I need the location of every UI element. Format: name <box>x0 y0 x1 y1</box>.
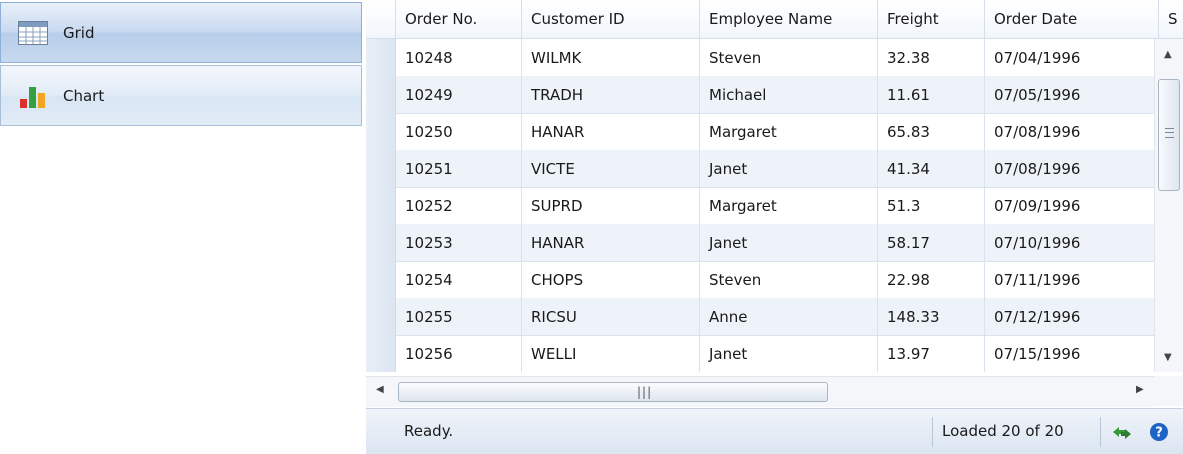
cell-order-no: 10250 <box>396 113 522 151</box>
status-separator <box>1100 417 1101 447</box>
svg-text:?: ? <box>1155 426 1163 441</box>
grip-icon <box>1165 128 1174 138</box>
cell-employee-name: Michael <box>700 76 878 114</box>
horizontal-scroll-thumb[interactable]: ||| <box>398 382 828 402</box>
cell-order-no: 10256 <box>396 335 522 372</box>
cell-order-no: 10254 <box>396 261 522 299</box>
cell-freight: 32.38 <box>878 39 985 77</box>
status-separator <box>932 417 933 447</box>
cell-customer-id: RICSU <box>522 298 700 336</box>
cell-freight: 65.83 <box>878 113 985 151</box>
status-text: Ready. <box>404 422 454 440</box>
cell-order-date: 07/10/1996 <box>985 224 1154 262</box>
grid-header: Order No. Customer ID Employee Name Frei… <box>366 0 1183 39</box>
cell-order-no: 10253 <box>396 224 522 262</box>
nav-label-grid: Grid <box>63 23 95 42</box>
cell-freight: 11.61 <box>878 76 985 114</box>
cell-customer-id: HANAR <box>522 224 700 262</box>
table-row[interactable]: 10251 VICTE Janet 41.34 07/08/1996 <box>366 150 1154 188</box>
cell-customer-id: HANAR <box>522 113 700 151</box>
cell-order-no: 10251 <box>396 150 522 188</box>
row-selector[interactable] <box>366 39 396 77</box>
table-row[interactable]: 10249 TRADH Michael 11.61 07/05/1996 <box>366 76 1154 114</box>
cell-customer-id: CHOPS <box>522 261 700 299</box>
cell-order-no: 10252 <box>396 187 522 225</box>
cell-freight: 51.3 <box>878 187 985 225</box>
scroll-right-arrow-icon[interactable]: ▶ <box>1136 384 1144 395</box>
cell-order-date: 07/05/1996 <box>985 76 1154 114</box>
cell-employee-name: Margaret <box>700 187 878 225</box>
table-row[interactable]: 10252 SUPRD Margaret 51.3 07/09/1996 <box>366 187 1154 225</box>
cell-customer-id: SUPRD <box>522 187 700 225</box>
cell-freight: 148.33 <box>878 298 985 336</box>
cell-order-date: 07/08/1996 <box>985 113 1154 151</box>
cell-order-no: 10249 <box>396 76 522 114</box>
cell-freight: 13.97 <box>878 335 985 372</box>
grid-icon <box>17 19 49 47</box>
row-selector[interactable] <box>366 150 396 188</box>
cell-order-date: 07/09/1996 <box>985 187 1154 225</box>
cell-employee-name: Steven <box>700 39 878 77</box>
column-header-order-date[interactable]: Order Date <box>985 0 1159 38</box>
grid-rows: 10248 WILMK Steven 32.38 07/04/1996 1024… <box>366 39 1154 372</box>
cell-order-date: 07/04/1996 <box>985 39 1154 77</box>
cell-employee-name: Janet <box>700 150 878 188</box>
orders-grid: Order No. Customer ID Employee Name Frei… <box>366 0 1183 454</box>
cell-employee-name: Anne <box>700 298 878 336</box>
cell-freight: 58.17 <box>878 224 985 262</box>
nav-item-grid[interactable]: Grid <box>0 2 362 63</box>
row-selector[interactable] <box>366 76 396 114</box>
header-select-cell <box>366 0 396 38</box>
horizontal-scrollbar[interactable]: ◀ ||| ▶ <box>366 376 1154 407</box>
left-navigation: Grid Chart <box>0 0 362 128</box>
row-selector[interactable] <box>366 187 396 225</box>
scrollbar-corner <box>1154 376 1183 406</box>
refresh-icon[interactable] <box>1110 421 1132 443</box>
cell-customer-id: TRADH <box>522 76 700 114</box>
vertical-scroll-thumb[interactable] <box>1158 79 1180 191</box>
scroll-down-arrow-icon[interactable]: ▼ <box>1164 352 1172 363</box>
cell-freight: 22.98 <box>878 261 985 299</box>
cell-customer-id: WILMK <box>522 39 700 77</box>
cell-employee-name: Janet <box>700 224 878 262</box>
cell-employee-name: Janet <box>700 335 878 372</box>
column-header-employee-name[interactable]: Employee Name <box>700 0 878 38</box>
row-selector[interactable] <box>366 224 396 262</box>
cell-order-no: 10248 <box>396 39 522 77</box>
scroll-up-arrow-icon[interactable]: ▲ <box>1164 49 1172 60</box>
scroll-left-arrow-icon[interactable]: ◀ <box>376 384 384 395</box>
help-icon[interactable]: ? <box>1148 421 1170 443</box>
cell-customer-id: VICTE <box>522 150 700 188</box>
cell-customer-id: WELLI <box>522 335 700 372</box>
status-bar: Ready. Loaded 20 of 20 ? <box>366 408 1183 454</box>
column-header-order-no[interactable]: Order No. <box>396 0 522 38</box>
table-row[interactable]: 10248 WILMK Steven 32.38 07/04/1996 <box>366 39 1154 77</box>
chart-icon <box>17 82 49 110</box>
column-header-freight[interactable]: Freight <box>878 0 985 38</box>
table-row[interactable]: 10250 HANAR Margaret 65.83 07/08/1996 <box>366 113 1154 151</box>
row-selector[interactable] <box>366 298 396 336</box>
cell-employee-name: Steven <box>700 261 878 299</box>
cell-order-no: 10255 <box>396 298 522 336</box>
row-selector[interactable] <box>366 335 396 372</box>
loaded-count: Loaded 20 of 20 <box>942 422 1064 440</box>
nav-item-chart[interactable]: Chart <box>0 65 362 126</box>
vertical-scrollbar[interactable]: ▲ ▼ <box>1154 39 1183 372</box>
row-selector[interactable] <box>366 261 396 299</box>
cell-employee-name: Margaret <box>700 113 878 151</box>
grip-icon: ||| <box>637 385 653 399</box>
cell-order-date: 07/12/1996 <box>985 298 1154 336</box>
table-row[interactable]: 10253 HANAR Janet 58.17 07/10/1996 <box>366 224 1154 262</box>
cell-order-date: 07/11/1996 <box>985 261 1154 299</box>
cell-order-date: 07/15/1996 <box>985 335 1154 372</box>
cell-freight: 41.34 <box>878 150 985 188</box>
table-row[interactable]: 10256 WELLI Janet 13.97 07/15/1996 <box>366 335 1154 372</box>
column-header-customer-id[interactable]: Customer ID <box>522 0 700 38</box>
nav-label-chart: Chart <box>63 86 105 105</box>
table-row[interactable]: 10255 RICSU Anne 148.33 07/12/1996 <box>366 298 1154 336</box>
column-header-partial[interactable]: S <box>1159 0 1183 38</box>
cell-order-date: 07/08/1996 <box>985 150 1154 188</box>
row-selector[interactable] <box>366 113 396 151</box>
table-row[interactable]: 10254 CHOPS Steven 22.98 07/11/1996 <box>366 261 1154 299</box>
